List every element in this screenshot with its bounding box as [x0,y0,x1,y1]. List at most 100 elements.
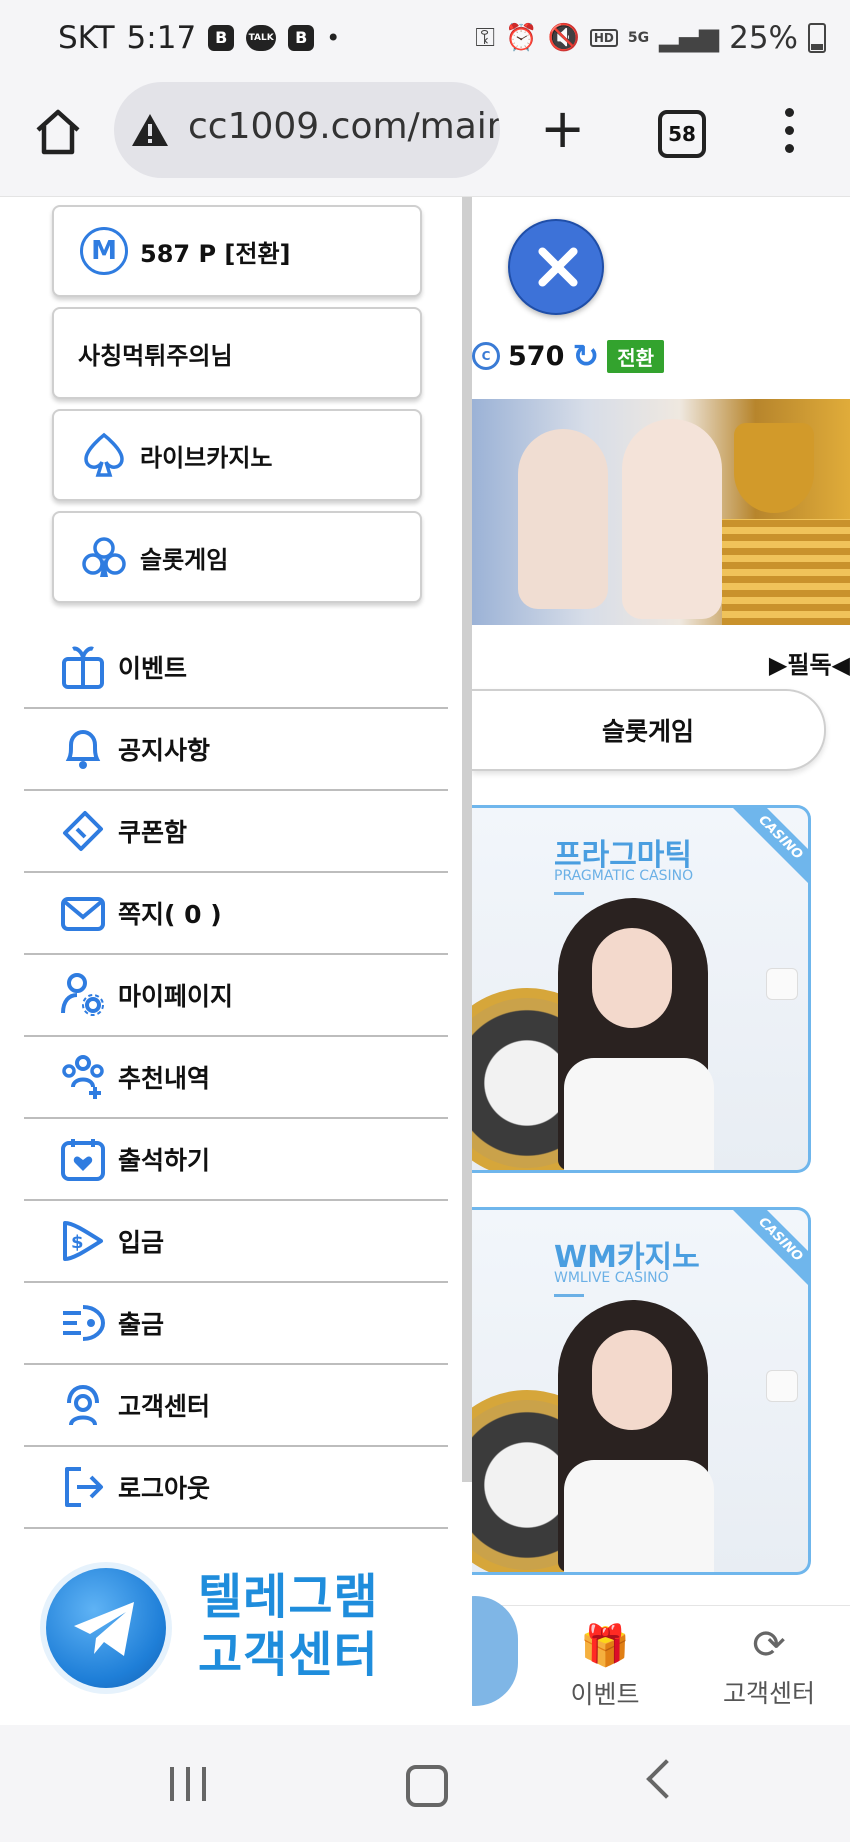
menu-item-event[interactable]: 이벤트 [24,627,448,709]
status-bar: SKT 5:17 B TALK B • ⚿ ⏰ 🔇 HD 5G ▂▄▆ 25% [0,0,850,82]
clock: 5:17 [126,20,197,56]
vpn-key-icon: ⚿ [475,22,496,53]
band-icon-2: B [288,25,315,51]
url-text[interactable]: cc1009.com/main [188,106,500,147]
m-point-icon: M [78,225,130,277]
menu-label: 마이페이지 [118,982,234,1011]
users-add-icon [56,1050,110,1104]
home-nav-button[interactable] [406,1765,448,1807]
tab-switcher-button[interactable]: 58 [658,110,706,158]
points-row: C 570 ↻ 전환 [472,337,664,375]
menu-label: 고객센터 [118,1392,211,1421]
plus-icon: + [540,97,586,160]
menu-item-deposit[interactable]: $ 입금 [24,1201,448,1283]
game-card-pragmatic[interactable]: CASINO 프라그마틱 PRAGMATIC CASINO [472,805,811,1173]
slot-game-button[interactable]: 슬롯게임 [52,511,422,603]
promo-banner[interactable] [472,399,850,625]
drawer-scrollbar[interactable] [462,197,472,1482]
bottom-nav-event[interactable]: 🎁 이벤트 [540,1622,670,1711]
coupon-icon [56,804,110,858]
bell-icon [56,722,110,776]
alarm-icon: ⏰ [505,23,538,53]
bottom-nav-fab[interactable] [472,1596,518,1706]
menu-label: 이벤트 [118,654,188,683]
hd-voice-icon: HD [589,29,618,47]
svg-text:$: $ [71,1232,84,1253]
address-bar[interactable]: cc1009.com/main [114,82,500,178]
card-subtitle: WMLIVE CASINO [554,1270,669,1286]
telegram-support-banner[interactable]: 텔레그램 고객센터 [46,1568,416,1708]
bottom-nav-support[interactable]: ⟳ 고객센터 [704,1622,834,1710]
recents-button[interactable] [170,1767,206,1801]
convert-button[interactable]: 전환 [607,339,664,373]
deposit-icon: $ [56,1214,110,1268]
status-left: SKT 5:17 B TALK B • [58,20,340,56]
slot-game-label: 슬롯게임 [140,545,229,574]
system-nav-bar [0,1725,850,1842]
close-drawer-button[interactable] [508,219,604,315]
warning-icon [132,114,168,146]
trophy-icon [734,423,814,513]
bottom-nav-label: 이벤트 [570,1680,640,1709]
side-drawer: M 587 P [전환] 사칭먹튀주의님 라이브카지노 슬롯게임 이벤트 공지사… [0,197,472,1725]
mail-icon [56,886,110,940]
telegram-line-2: 고객센터 [198,1627,379,1683]
background-page: C 570 ↻ 전환 ▶필독◀ 슬롯게임 CASINO 프라그마틱 PRAGMA… [472,197,850,1725]
menu-item-logout[interactable]: 로그아웃 [24,1447,448,1529]
menu-item-support[interactable]: 고객센터 [24,1365,448,1447]
club-icon [78,531,130,583]
refresh-icon[interactable]: ↻ [572,337,599,375]
live-casino-button[interactable]: 라이브카지노 [52,409,422,501]
game-card-wm[interactable]: CASINO WM카지노 WMLIVE CASINO [472,1207,811,1575]
card-model-body [564,1460,714,1572]
back-button[interactable] [646,1759,686,1799]
menu-label: 출금 [118,1310,165,1339]
points-value: 570 [508,340,565,372]
mute-icon: 🔇 [547,23,580,53]
menu-label: 공지사항 [118,736,211,765]
tab-slot-game[interactable]: 슬롯게임 [472,689,826,771]
telegram-text: 텔레그램 고객센터 [198,1568,379,1684]
gift-icon [56,640,110,694]
clock-24-icon: ⟳ [752,1622,786,1668]
notification-dot-icon: • [326,24,341,52]
withdraw-icon [56,1296,110,1350]
casino-ribbon: CASINO [729,1210,808,1291]
more-menu-button[interactable] [784,108,794,156]
new-tab-button[interactable]: + [540,102,585,156]
live-casino-label: 라이브카지노 [140,443,273,472]
dice-icon [766,1370,798,1402]
menu-label: 쪽지( 0 ) [118,900,222,929]
telegram-icon [46,1568,166,1688]
kakaotalk-icon: TALK [246,25,277,51]
notice-marquee[interactable]: ▶필독◀ [769,645,850,680]
menu-item-notice[interactable]: 공지사항 [24,709,448,791]
home-icon [36,109,80,155]
points-convert-button[interactable]: M 587 P [전환] [52,205,422,297]
bottom-nav: 🎁 이벤트 ⟳ 고객센터 [472,1596,850,1725]
banner-model-1 [518,429,608,609]
user-nickname-button[interactable]: 사칭먹튀주의님 [52,307,422,399]
battery-icon [808,23,826,53]
menu-item-message[interactable]: 쪽지( 0 ) [24,873,448,955]
gift-icon: 🎁 [580,1623,630,1669]
status-right: ⚿ ⏰ 🔇 HD 5G ▂▄▆ 25% [475,20,826,56]
telegram-line-1: 텔레그램 [198,1569,379,1625]
card-divider [554,1294,584,1297]
menu-item-coupon[interactable]: 쿠폰함 [24,791,448,873]
banner-model-2 [622,419,722,619]
menu-label: 입금 [118,1228,165,1257]
home-button[interactable] [34,106,82,158]
headset-icon [56,1378,110,1432]
menu-item-mypage[interactable]: 마이페이지 [24,955,448,1037]
menu-label: 출석하기 [118,1146,211,1175]
carrier: SKT [58,20,115,56]
menu-item-referral[interactable]: 추천내역 [24,1037,448,1119]
menu-label: 쿠폰함 [118,818,188,847]
5g-icon: 5G [627,30,650,46]
menu-item-withdraw[interactable]: 출금 [24,1283,448,1365]
card-subtitle: PRAGMATIC CASINO [554,868,694,884]
card-model-body [564,1058,714,1170]
battery-percent: 25% [729,20,798,56]
menu-item-attendance[interactable]: 출석하기 [24,1119,448,1201]
